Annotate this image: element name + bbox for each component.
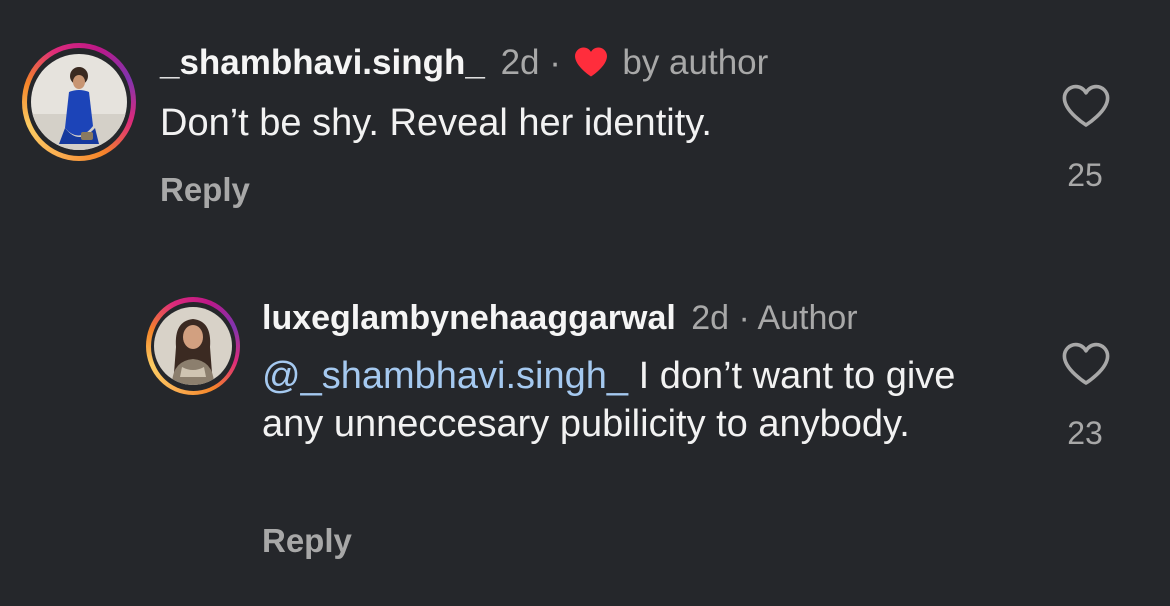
mention-link[interactable]: @_shambhavi.singh_ — [262, 355, 628, 397]
username[interactable]: _shambhavi.singh_ — [160, 43, 485, 82]
author-label: Author — [757, 299, 858, 337]
avatar — [154, 307, 232, 385]
heart-outline-icon[interactable] — [1061, 342, 1111, 386]
separator: · — [738, 299, 750, 337]
like-count: 25 — [1067, 157, 1103, 193]
comment-header: luxeglambynehaaggarwal 2d · Author — [262, 298, 858, 338]
reply-button[interactable]: Reply — [262, 521, 352, 561]
like-count: 23 — [1067, 415, 1103, 451]
heart-filled-icon — [574, 47, 607, 77]
comment-text: @_shambhavi.singh_ I don’t want to give … — [262, 352, 992, 448]
reply-button[interactable]: Reply — [160, 170, 250, 210]
username[interactable]: luxeglambynehaaggarwal — [262, 299, 676, 337]
avatar — [31, 54, 127, 150]
separator: · — [549, 43, 561, 82]
avatar-story-ring[interactable] — [22, 43, 136, 161]
comment-header: _shambhavi.singh_ 2d · by author — [160, 43, 768, 83]
timestamp: 2d — [500, 43, 540, 82]
avatar-story-ring[interactable] — [146, 297, 240, 395]
comment-text: Don’t be shy. Reveal her identity. — [160, 102, 712, 144]
heart-outline-icon[interactable] — [1061, 84, 1111, 128]
timestamp: 2d — [691, 299, 730, 337]
liked-by-author-label: by author — [622, 43, 769, 82]
